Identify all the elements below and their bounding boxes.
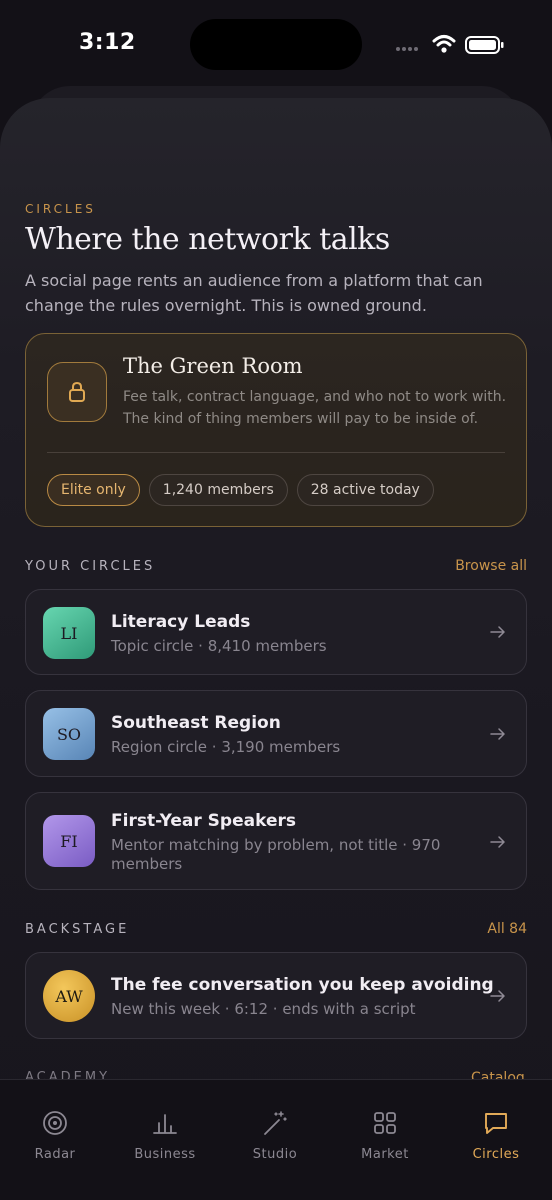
circle-card-first-year-speakers[interactable]: FI First-Year Speakers Mentor matching b… xyxy=(25,792,527,890)
tab-radar[interactable]: Radar xyxy=(0,1080,110,1180)
divider xyxy=(47,452,505,453)
arrow-right-icon xyxy=(490,990,505,1002)
backstage-card[interactable]: AW The fee conversation you keep avoidin… xyxy=(25,952,527,1039)
backstage-header: BACKSTAGE All 84 xyxy=(25,921,527,937)
tab-label: Market xyxy=(361,1147,409,1162)
page-intro: A social page rents an audience from a p… xyxy=(25,271,483,315)
radar-icon xyxy=(43,1111,67,1135)
card-subtitle: Region circle · 3,190 members xyxy=(111,738,341,756)
chip-elite-only: Elite only xyxy=(47,474,140,506)
status-bar: 3:12 xyxy=(0,0,552,90)
page-eyebrow: CIRCLES xyxy=(25,202,96,216)
tab-label: Business xyxy=(134,1147,196,1162)
card-title: The fee conversation you keep avoiding xyxy=(111,975,494,995)
your-circles-header: YOUR CIRCLES Browse all xyxy=(25,558,527,574)
cellular-signal-icon xyxy=(396,47,418,51)
page-title: Where the network talks xyxy=(25,222,390,257)
magic-wand-icon xyxy=(264,1111,287,1135)
browse-all-link[interactable]: Browse all xyxy=(455,558,527,574)
lock-icon xyxy=(47,362,107,422)
tab-label: Radar xyxy=(34,1147,76,1162)
arrow-right-icon xyxy=(490,836,505,848)
card-title: Southeast Region xyxy=(111,713,281,733)
avatar: AW xyxy=(43,970,95,1022)
chip-members: 1,240 members xyxy=(148,474,288,506)
arrow-right-icon xyxy=(490,626,505,638)
chip-active-today: 28 active today xyxy=(296,474,434,506)
tab-business[interactable]: Business xyxy=(110,1080,220,1180)
tab-circles[interactable]: Circles xyxy=(441,1080,551,1180)
section-label: YOUR CIRCLES xyxy=(25,558,156,574)
bar-chart-icon xyxy=(153,1114,177,1134)
card-subtitle: Mentor matching by problem, not title · … xyxy=(111,836,441,873)
featured-circle-card[interactable]: The Green Room Fee talk, contract langua… xyxy=(25,333,527,527)
card-subtitle: New this week · 6:12 · ends with a scrip… xyxy=(111,1000,416,1018)
tab-label: Studio xyxy=(252,1147,298,1162)
featured-title: The Green Room xyxy=(123,354,303,378)
featured-description: Fee talk, contract language, and who not… xyxy=(123,389,507,427)
tab-bar: Radar Business Studio Market Circles xyxy=(0,1079,552,1200)
card-title: Literacy Leads xyxy=(111,612,251,632)
wifi-icon xyxy=(432,35,456,53)
tab-market[interactable]: Market xyxy=(330,1080,440,1180)
circles-sheet: CIRCLES Where the network talks A social… xyxy=(0,98,552,1200)
card-subtitle: Topic circle · 8,410 members xyxy=(111,637,327,655)
section-label: BACKSTAGE xyxy=(25,921,130,937)
tab-studio[interactable]: Studio xyxy=(220,1080,330,1180)
avatar: FI xyxy=(43,815,95,867)
battery-icon xyxy=(465,36,504,54)
circle-card-literacy-leads[interactable]: LI Literacy Leads Topic circle · 8,410 m… xyxy=(25,589,527,675)
avatar: SO xyxy=(43,708,95,760)
status-time: 3:12 xyxy=(79,30,136,55)
grid-icon xyxy=(374,1112,396,1134)
all-backstage-link[interactable]: All 84 xyxy=(487,921,527,937)
card-title: First-Year Speakers xyxy=(111,811,296,831)
avatar: LI xyxy=(43,607,95,659)
chat-bubble-icon xyxy=(485,1113,507,1134)
dynamic-island xyxy=(190,19,362,70)
circle-card-southeast-region[interactable]: SO Southeast Region Region circle · 3,19… xyxy=(25,690,527,777)
featured-chips: Elite only 1,240 members 28 active today xyxy=(47,474,434,506)
arrow-right-icon xyxy=(490,728,505,740)
tab-label: Circles xyxy=(472,1147,520,1162)
